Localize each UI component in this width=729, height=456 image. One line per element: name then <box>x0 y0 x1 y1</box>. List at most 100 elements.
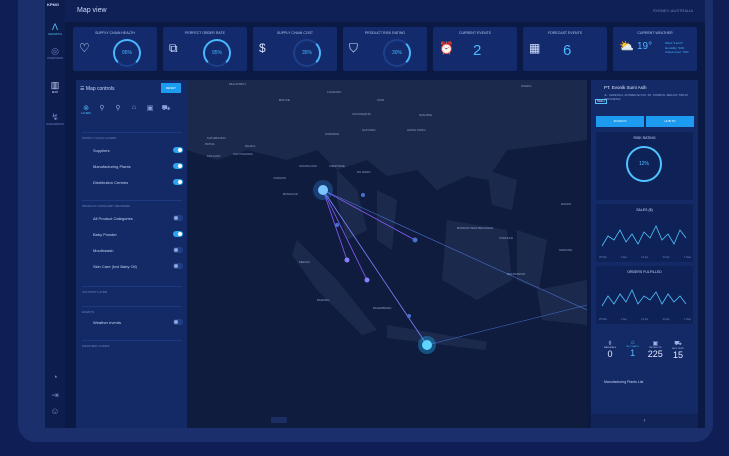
kpi-label: Current Events <box>458 31 492 35</box>
manufacturing-toggle[interactable] <box>173 163 183 169</box>
node-marker[interactable] <box>344 257 350 263</box>
distribution-toggle[interactable] <box>173 179 183 185</box>
all-categories-toggle[interactable] <box>173 215 183 221</box>
nav-bottom-a[interactable]: ◔ <box>45 372 65 382</box>
nav-growth[interactable]: Λ GROWTH <box>45 22 65 36</box>
section-events[interactable]: EVENTS <box>82 306 182 314</box>
map-label: OSAKA <box>521 84 532 88</box>
kpi-value: 30% <box>391 50 402 56</box>
map-label: HONG KONG <box>407 128 426 132</box>
layer-distribution-label: Distribution Centres <box>93 180 129 185</box>
kpi-forecast-events[interactable]: Forecast Events ▦ 6 <box>523 27 607 71</box>
truck-icon: ⛟ <box>674 341 682 347</box>
section-product-category[interactable]: PRODUCT CATEGORY NETWORK <box>82 200 182 208</box>
overview-icon: ◎ <box>51 46 59 56</box>
app-window: KPMG Λ GROWTH ◎ OVERVIEW ▥ MAP ↯ SCENARIOS ◔… <box>45 0 705 428</box>
landmass-vietnam <box>377 190 397 250</box>
map-label: VIENTIANE <box>329 164 345 168</box>
landmass-indochina <box>337 170 367 240</box>
weather-events-label: Weather events <box>93 320 121 325</box>
chevron-right-icon[interactable]: › <box>591 414 698 428</box>
kpi-supply-chain-health[interactable]: Supply Chain Health ♡ 95% <box>73 27 157 71</box>
map-label: DA NANG <box>357 170 371 174</box>
date-label: 25 Mar <box>599 256 607 259</box>
kpi-product-risk-rating[interactable]: Product Risk Rating ⛉ 30% <box>343 27 427 71</box>
kpi-current-weather[interactable]: Current Weather ⛅ 19° Wind: 6 km/h Humidi… <box>613 27 697 71</box>
stat-distribution[interactable]: ⛟ DIST. CENT. 15 <box>667 340 689 360</box>
tab-filter[interactable]: ⚲ <box>96 104 108 112</box>
orders-dates: 25 Mar 4 Apr 13 Apr 22 Apr 1 May <box>599 318 691 321</box>
layer-distribution-centres: Distribution Centres <box>93 179 183 185</box>
kpi-perfect-order-rate[interactable]: Perfect Order Rate ⧉ 95% <box>163 27 247 71</box>
risk-value: 12% <box>638 161 649 167</box>
nav-bottom-c[interactable]: ☺ <box>45 406 65 416</box>
kpi-strip: Supply Chain Health ♡ 95% Perfect Order … <box>65 23 705 73</box>
map-label: PADANG <box>317 298 330 302</box>
kpi-value: 6 <box>563 42 572 59</box>
node-marker[interactable] <box>407 314 411 318</box>
manufacturing-plants-list[interactable]: Manufacturing Plants List <box>604 380 643 384</box>
section-weather-layers[interactable]: WEATHER LAYERS <box>82 340 182 348</box>
map-scrollbar[interactable] <box>271 417 287 423</box>
tab-box[interactable]: ▣ <box>144 104 156 112</box>
zoom-in-button[interactable]: ZOOM IN <box>596 116 644 127</box>
location-label: SYDNEY, AUSTRALIA <box>652 8 693 13</box>
stat-products[interactable]: ▣ PRODUCTS 225 <box>644 340 666 360</box>
hub-to-button[interactable]: HUB TO <box>646 116 694 127</box>
route-line <box>322 189 428 346</box>
tab-truck[interactable]: ⛟ <box>160 104 172 113</box>
category-baby-powder-label: Baby Powder <box>93 232 117 237</box>
map-label: TARAKAN <box>499 236 513 240</box>
map-label: DAVAO <box>561 202 572 206</box>
map-label: KATHMANDU <box>207 136 226 140</box>
reset-button[interactable]: RESET <box>161 83 181 93</box>
top-bar: Map view SYDNEY, AUSTRALIA <box>65 0 705 22</box>
app-logo: KPMG <box>47 2 59 7</box>
layer-manufacturing-label: Manufacturing Plants <box>93 164 131 169</box>
section-country-layer[interactable]: COUNTRY LAYER <box>82 286 182 294</box>
skin-care-toggle[interactable] <box>173 263 183 269</box>
kpi-label: Product Risk Rating <box>364 31 406 35</box>
mouthwash-toggle[interactable] <box>173 247 183 253</box>
category-skin-care: Skin Care (Incl Baby Oil) <box>93 263 183 269</box>
nav-overview[interactable]: ◎ OVERVIEW <box>45 46 65 60</box>
menu-icon[interactable]: ☰ <box>80 86 84 92</box>
route-line <box>426 304 587 346</box>
nav-scenarios[interactable]: ↯ SCENARIOS <box>45 112 65 126</box>
baby-powder-toggle[interactable] <box>173 231 183 237</box>
risk-rating-card: RISK RATING 12% <box>596 132 693 200</box>
nav-map[interactable]: ▥ MAP <box>45 80 65 94</box>
kpi-supply-chain-cost[interactable]: Supply Chain Cost $ 35% <box>253 27 337 71</box>
map-label: BANGKOK <box>283 192 298 196</box>
suppliers-toggle[interactable] <box>173 147 183 153</box>
layers-icon: ⊚ <box>83 105 89 112</box>
kpi-current-events[interactable]: Current Events ⏰ 2 <box>433 27 517 71</box>
map-controls-title-text: Map controls <box>85 86 115 92</box>
map-canvas[interactable]: MULANSKIY BOLIVE LANZHOU XIAN CHONGQING … <box>187 80 587 428</box>
node-marker[interactable] <box>335 223 339 227</box>
tab-layers[interactable]: ⊚ LAYERS <box>80 104 92 115</box>
risk-ring: 12% <box>626 146 662 182</box>
node-marker[interactable] <box>364 277 370 283</box>
tab-location[interactable]: ⚲ <box>112 104 124 112</box>
map-label: BOLIVE <box>279 98 290 102</box>
stat-plants[interactable]: ⌂ MF. PLANTS 1 <box>622 340 644 360</box>
map-label: NANJING <box>419 113 433 117</box>
sales-dates: 25 Mar 4 Apr 13 Apr 22 Apr 1 May <box>599 256 691 259</box>
tab-layers-label: LAYERS <box>81 112 91 115</box>
route-line <box>322 189 416 241</box>
kpi-ring: 95% <box>113 39 141 67</box>
weather-events-toggle[interactable] <box>173 319 183 325</box>
section-supply-chain-layers[interactable]: SUPPLY CHAIN LAYERS <box>82 132 182 140</box>
landmass-sulawesi <box>517 230 547 290</box>
nav-bottom-b[interactable]: ⇥ <box>45 390 65 400</box>
landmass-sumatra <box>292 240 377 335</box>
node-marker[interactable] <box>361 193 365 197</box>
kpi-value: 35% <box>301 50 312 56</box>
node-marker[interactable] <box>412 237 418 243</box>
date-label: 22 Apr <box>662 256 670 259</box>
tab-factory[interactable]: ⌂ <box>128 104 140 111</box>
kpi-value: 2 <box>473 42 482 59</box>
pin-icon: ⚲ <box>115 105 121 112</box>
stat-materials[interactable]: ⚱ MATERIALS 0 <box>599 340 621 360</box>
